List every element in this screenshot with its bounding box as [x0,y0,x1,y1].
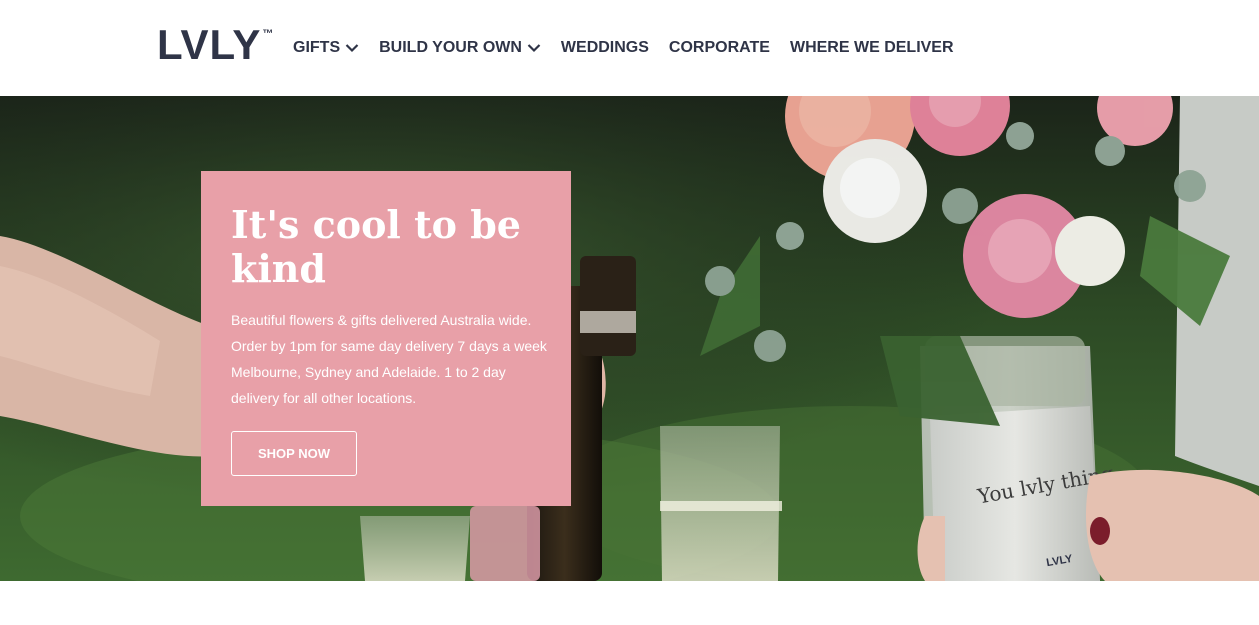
shop-now-button[interactable]: SHOP NOW [231,431,357,476]
main-nav: GIFTS BUILD YOUR OWN WEDDINGS CORPORATE … [293,38,974,58]
nav-item-label: WEDDINGS [560,39,649,56]
nav-item-label: BUILD YOUR OWN [379,39,522,56]
nav-item-gifts[interactable]: GIFTS [293,39,359,57]
nav-item-where-we-deliver[interactable]: WHERE WE DELIVER [790,39,954,57]
nav-item-corporate[interactable]: CORPORATE [669,39,770,57]
hero-promo-card: It's cool to be kind Beautiful flowers &… [201,171,571,506]
logo[interactable]: LVLY ™ [157,21,274,68]
nav-item-label: CORPORATE [668,39,770,56]
logo-text: LVLY [157,21,262,68]
nav-item-build-your-own[interactable]: BUILD YOUR OWN [379,39,541,57]
hero-image: You lvly thing. LVLY [0,96,1259,581]
hero-description: Beautiful flowers & gifts delivered Aust… [231,312,547,406]
logo-trademark: ™ [262,28,274,40]
hero-banner: You lvly thing. LVLY It's cool to be kin… [0,96,1259,581]
nav-item-label: GIFTS [293,39,341,56]
hero-title: It's cool to be kind [231,202,521,291]
nav-item-weddings[interactable]: WEDDINGS [561,39,649,57]
chevron-down-icon [527,44,541,53]
site-header: LVLY ™ GIFTS BUILD YOUR OWN WEDDINGS COR… [0,0,1259,96]
nav-item-label: WHERE WE DELIVER [789,39,954,56]
chevron-down-icon [345,44,359,53]
